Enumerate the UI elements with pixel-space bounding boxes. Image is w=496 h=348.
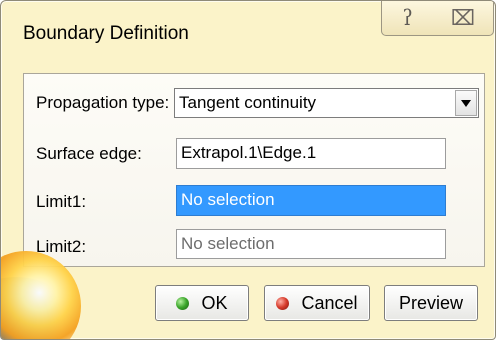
surface-edge-field[interactable]: Extrapol.1\Edge.1 (176, 138, 446, 169)
dialog-title: Boundary Definition (23, 23, 189, 44)
chevron-down-icon (461, 99, 471, 107)
help-button[interactable]: ʔ (381, 1, 435, 36)
propagation-type-value: Tangent continuity (179, 93, 317, 112)
cancel-red-dot-icon (276, 296, 290, 310)
propagation-type-label: Propagation type: (36, 93, 170, 112)
ok-button[interactable]: OK (155, 285, 249, 321)
surface-edge-value: Extrapol.1\Edge.1 (181, 143, 317, 162)
limit2-value: No selection (181, 234, 275, 253)
surface-edge-label: Surface edge: (36, 144, 142, 163)
definition-panel: Propagation type: Tangent continuity Sur… (23, 73, 485, 267)
boundary-definition-dialog: Boundary Definition ʔ ⌧ Propagation type… (0, 0, 496, 340)
limit1-value: No selection (181, 190, 275, 209)
help-icon: ʔ (402, 6, 414, 30)
cancel-button[interactable]: Cancel (264, 285, 370, 321)
propagation-type-select[interactable]: Tangent continuity (174, 88, 479, 118)
limit2-field[interactable]: No selection (176, 229, 446, 259)
ok-green-dot-icon (176, 296, 190, 310)
dropdown-arrow-button[interactable] (455, 90, 477, 116)
limit1-field[interactable]: No selection (176, 185, 446, 216)
close-icon: ⌧ (450, 6, 476, 30)
preview-button-label: Preview (398, 292, 464, 313)
cancel-button-label: Cancel (301, 292, 358, 313)
ok-button-label: OK (201, 292, 228, 313)
limit1-label: Limit1: (36, 192, 87, 211)
title-bar[interactable]: Boundary Definition ʔ ⌧ (1, 1, 495, 71)
preview-button[interactable]: Preview (384, 285, 478, 321)
close-button[interactable]: ⌧ (433, 1, 494, 36)
